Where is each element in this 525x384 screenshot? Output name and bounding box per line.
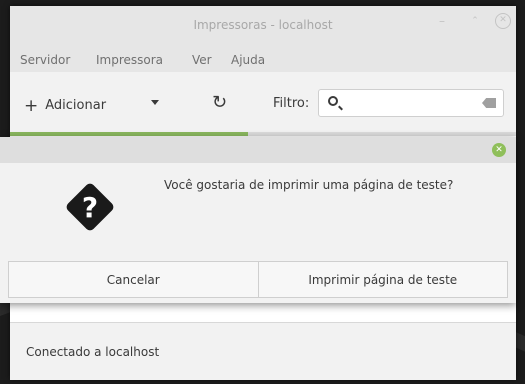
status-text: Conectado a localhost [26, 345, 160, 359]
status-bar: Conectado a localhost [10, 322, 516, 380]
test-page-dialog: ✕ ? Você gostaria de imprimir uma página… [0, 137, 516, 303]
add-button[interactable]: + Adicionar [24, 96, 106, 116]
caret-down-icon[interactable] [151, 100, 159, 105]
refresh-icon[interactable]: ↻ [212, 92, 227, 113]
close-icon[interactable]: ✕ [495, 13, 511, 29]
menu-item-impressora[interactable]: Impressora [96, 53, 163, 67]
minimize-icon[interactable]: – [435, 14, 449, 28]
close-icon[interactable]: ✕ [492, 143, 506, 157]
clear-text-icon[interactable] [482, 98, 496, 108]
menu-bar: Servidor Impressora Ver Ajuda [10, 44, 516, 72]
magnifier-icon [328, 96, 338, 106]
search-input[interactable] [345, 94, 469, 114]
filter-label: Filtro: [273, 96, 310, 111]
title-bar[interactable]: Impressoras - localhost – ⌃ ✕ [10, 6, 516, 44]
maximize-icon[interactable]: ⌃ [468, 14, 482, 28]
menu-item-ajuda[interactable]: Ajuda [231, 53, 265, 67]
dialog-button-row: Cancelar Imprimir página de teste [8, 261, 508, 298]
dialog-header: ✕ [0, 137, 516, 163]
add-label: Adicionar [45, 98, 107, 113]
print-test-page-button[interactable]: Imprimir página de teste [257, 262, 508, 297]
menu-item-ver[interactable]: Ver [192, 53, 212, 67]
plus-icon: + [24, 96, 39, 116]
dialog-message: Você gostaria de imprimir uma página de … [164, 178, 454, 192]
cancel-button[interactable]: Cancelar [9, 262, 258, 297]
question-icon: ? [66, 183, 114, 231]
svg-text:?: ? [82, 191, 98, 224]
search-field[interactable] [318, 89, 504, 117]
toolbar: + Adicionar ↻ Filtro: [10, 72, 516, 132]
menu-item-servidor[interactable]: Servidor [20, 53, 70, 67]
